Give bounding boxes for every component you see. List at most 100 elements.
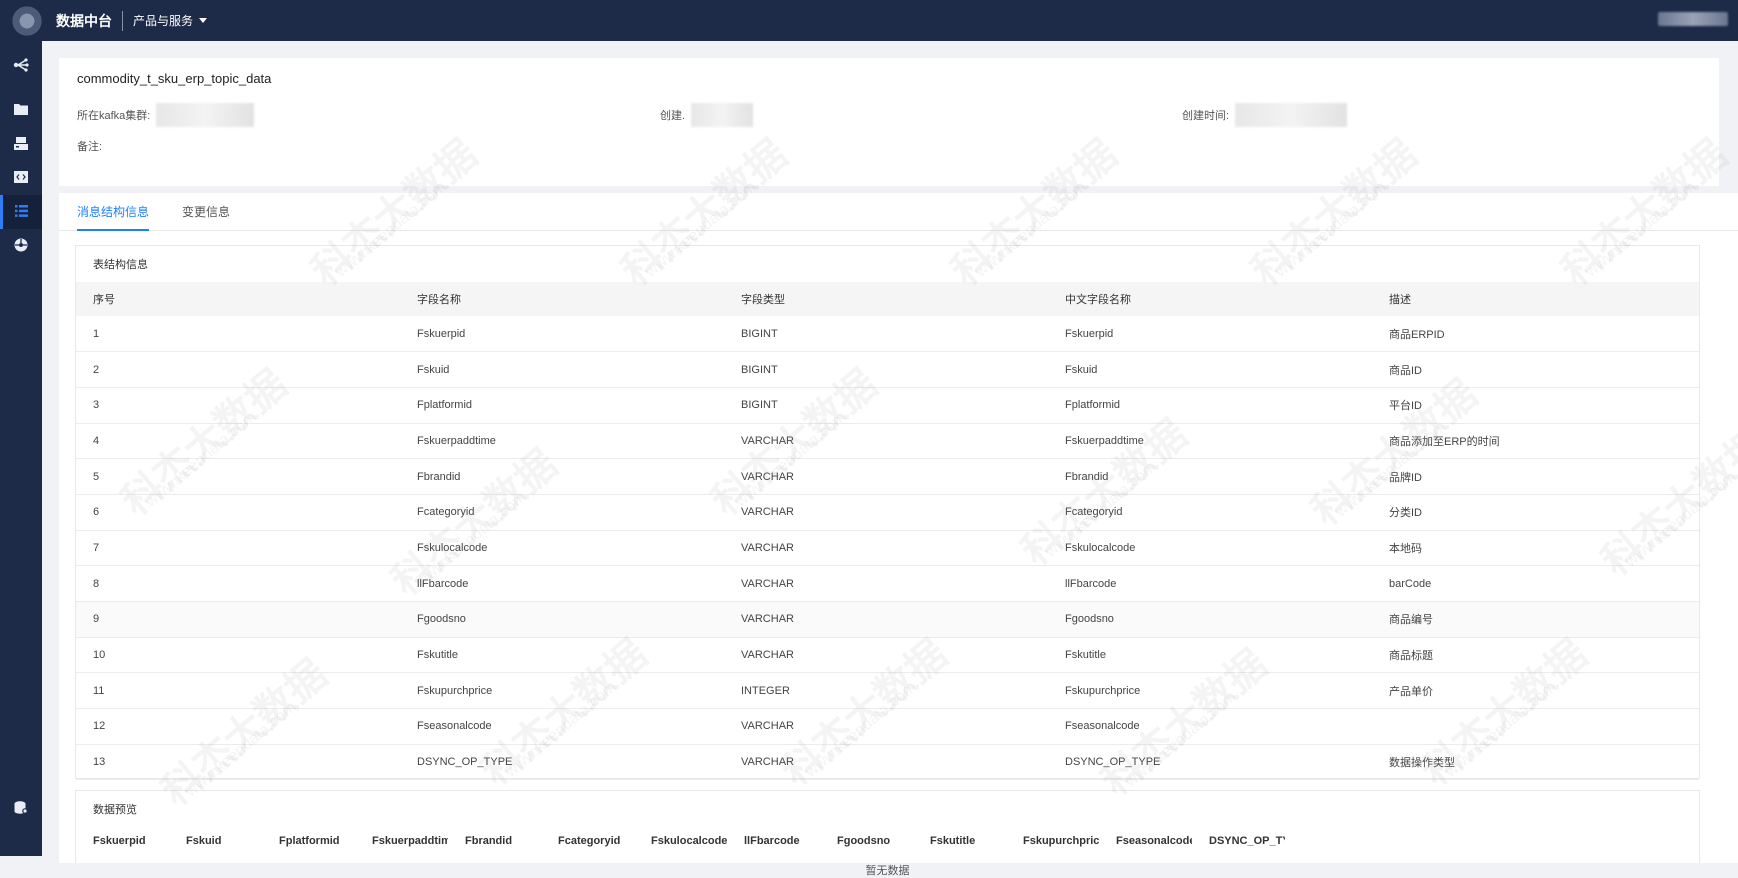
table-cell: DSYNC_OP_TYPE <box>400 744 724 781</box>
table-cell: Fbrandid <box>400 458 724 495</box>
table-cell: BIGINT <box>724 387 1048 424</box>
table-cell: Fseasonalcode <box>1048 708 1372 745</box>
tab-message-structure[interactable]: 消息结构信息 <box>77 203 150 231</box>
caret-down-icon <box>199 18 208 23</box>
table-cell: barCode <box>1372 565 1699 602</box>
product-services-menu[interactable]: 产品与服务 <box>133 12 208 29</box>
table-row: 1 Fskuerpid BIGINT Fskuerpid 商品ERPID <box>76 316 1699 353</box>
sidebar-item-folder[interactable] <box>0 93 42 127</box>
column-header: 序号 <box>76 282 400 316</box>
column-header: 字段名称 <box>400 282 724 316</box>
creator-field: 创建. <box>660 103 754 127</box>
preview-column-header: Fskutitle <box>930 835 976 847</box>
preview-column-header: Fgoodsno <box>837 835 891 847</box>
kafka-cluster-value-blurred <box>156 103 255 127</box>
table-cell: Fskulocalcode <box>1048 530 1372 567</box>
preview-column-header: Fskupurchpric <box>1023 835 1099 847</box>
sidebar-item-dashboard[interactable] <box>0 229 42 263</box>
table-cell: VARCHAR <box>724 458 1048 495</box>
preview-column-header: Fskuerpid <box>93 835 146 847</box>
table-row: 7 Fskulocalcode VARCHAR Fskulocalcode 本地码 <box>76 530 1699 567</box>
structure-table: 序号 字段名称 字段类型 中文字段名称 描述 1 Fskuerpid BIGINT F… <box>76 282 1699 781</box>
table-cell: Fbrandid <box>1048 458 1372 495</box>
table-cell: 本地码 <box>1372 530 1699 567</box>
table-cell: 12 <box>76 708 400 745</box>
table-cell: Fskuerpaddtime <box>400 423 724 460</box>
table-row: 3 Fplatformid BIGINT Fplatformid 平台ID <box>76 387 1699 424</box>
table-cell: 11 <box>76 672 400 710</box>
sidebar <box>0 41 42 856</box>
table-cell: Fskuid <box>1048 351 1372 388</box>
preview-column-header: Fcategoryid <box>558 835 621 847</box>
table-cell: 6 <box>76 494 400 531</box>
table-cell: 2 <box>76 351 400 388</box>
table-cell: BIGINT <box>724 316 1048 353</box>
table-row: 6 Fcategoryid VARCHAR Fcategoryid 分类ID <box>76 494 1699 531</box>
table-cell: Fskupurchprice <box>400 672 724 710</box>
created-time-value-blurred <box>1235 103 1348 127</box>
table-cell: 7 <box>76 530 400 567</box>
product-services-label: 产品与服务 <box>133 14 194 28</box>
table-cell: 3 <box>76 387 400 424</box>
table-cell: 13 <box>76 744 400 781</box>
code-icon <box>14 171 28 185</box>
sidebar-item-code[interactable] <box>0 161 42 195</box>
table-cell: VARCHAR <box>724 744 1048 781</box>
sidebar-item-list[interactable] <box>0 195 42 229</box>
column-header: 中文字段名称 <box>1048 282 1372 316</box>
table-cell: VARCHAR <box>724 601 1048 638</box>
sidebar-item-database-settings[interactable] <box>0 791 42 825</box>
tab-change-info[interactable]: 变更信息 <box>182 203 230 229</box>
table-row: 2 Fskuid BIGINT Fskuid 商品ID <box>76 351 1699 388</box>
table-cell: 8 <box>76 565 400 602</box>
table-row: 10 Fskutitle VARCHAR Fskutitle 商品标题 <box>76 637 1699 674</box>
table-cell: 10 <box>76 637 400 674</box>
table-cell: 5 <box>76 458 400 495</box>
table-row: 11 Fskupurchprice INTEGER Fskupurchprice 产品单… <box>76 672 1699 710</box>
table-cell: Fskutitle <box>400 637 724 674</box>
top-bar: 数据中台 产品与服务 <box>0 0 1738 41</box>
app-title[interactable]: 数据中台 <box>56 11 112 31</box>
table-cell: 商品ERPID <box>1372 316 1699 353</box>
topic-info-card: commodity_t_sku_erp_topic_data 所在kafka集群… <box>59 58 1719 186</box>
table-cell: VARCHAR <box>724 565 1048 602</box>
table-row: 12 Fseasonalcode VARCHAR Fseasonalcode <box>76 708 1699 745</box>
table-row: 8 llFbarcode VARCHAR llFbarcode barCode <box>76 565 1699 602</box>
table-cell: Fcategoryid <box>1048 494 1372 531</box>
structure-panel-title: 表结构信息 <box>93 259 148 271</box>
creator-label: 创建. <box>660 110 686 122</box>
table-cell: Fskuerpid <box>1048 316 1372 353</box>
table-cell: Fskuerpid <box>400 316 724 353</box>
preview-column-header: Fplatformid <box>279 835 340 847</box>
top-divider <box>122 10 123 31</box>
sidebar-item-network[interactable] <box>0 49 42 83</box>
table-cell: 平台ID <box>1372 387 1699 424</box>
table-cell: VARCHAR <box>724 708 1048 745</box>
table-cell <box>1372 708 1699 745</box>
column-header: 描述 <box>1372 282 1699 316</box>
list-icon <box>14 205 28 219</box>
user-info-blurred[interactable] <box>1658 12 1728 26</box>
table-cell: 9 <box>76 601 400 638</box>
sidebar-item-server[interactable] <box>0 127 42 161</box>
dashboard-icon <box>14 238 28 254</box>
remark-label: 备注: <box>77 141 103 153</box>
table-cell: VARCHAR <box>724 637 1048 674</box>
table-cell: Fcategoryid <box>400 494 724 531</box>
table-cell: 分类ID <box>1372 494 1699 531</box>
table-cell: 产品单价 <box>1372 672 1699 710</box>
network-icon <box>12 57 30 75</box>
created-time-label: 创建时间: <box>1182 110 1230 122</box>
server-icon <box>14 136 28 152</box>
content-card: 消息结构信息 变更信息 表结构信息 序号 字段名称 字段类型 中文字段名称 描述… <box>59 193 1738 877</box>
data-preview-title: 数据预览 <box>93 804 137 816</box>
table-header-row: 序号 字段名称 字段类型 中文字段名称 描述 <box>76 282 1699 316</box>
table-cell: Fplatformid <box>400 387 724 424</box>
logo-icon <box>8 5 46 36</box>
table-cell: Fplatformid <box>1048 387 1372 424</box>
table-cell: 商品编号 <box>1372 601 1699 638</box>
preview-column-header: llFbarcode <box>744 835 800 847</box>
table-cell: 品牌ID <box>1372 458 1699 495</box>
table-cell: Fgoodsno <box>1048 601 1372 638</box>
table-row: 9 Fgoodsno VARCHAR Fgoodsno 商品编号 <box>76 601 1699 638</box>
